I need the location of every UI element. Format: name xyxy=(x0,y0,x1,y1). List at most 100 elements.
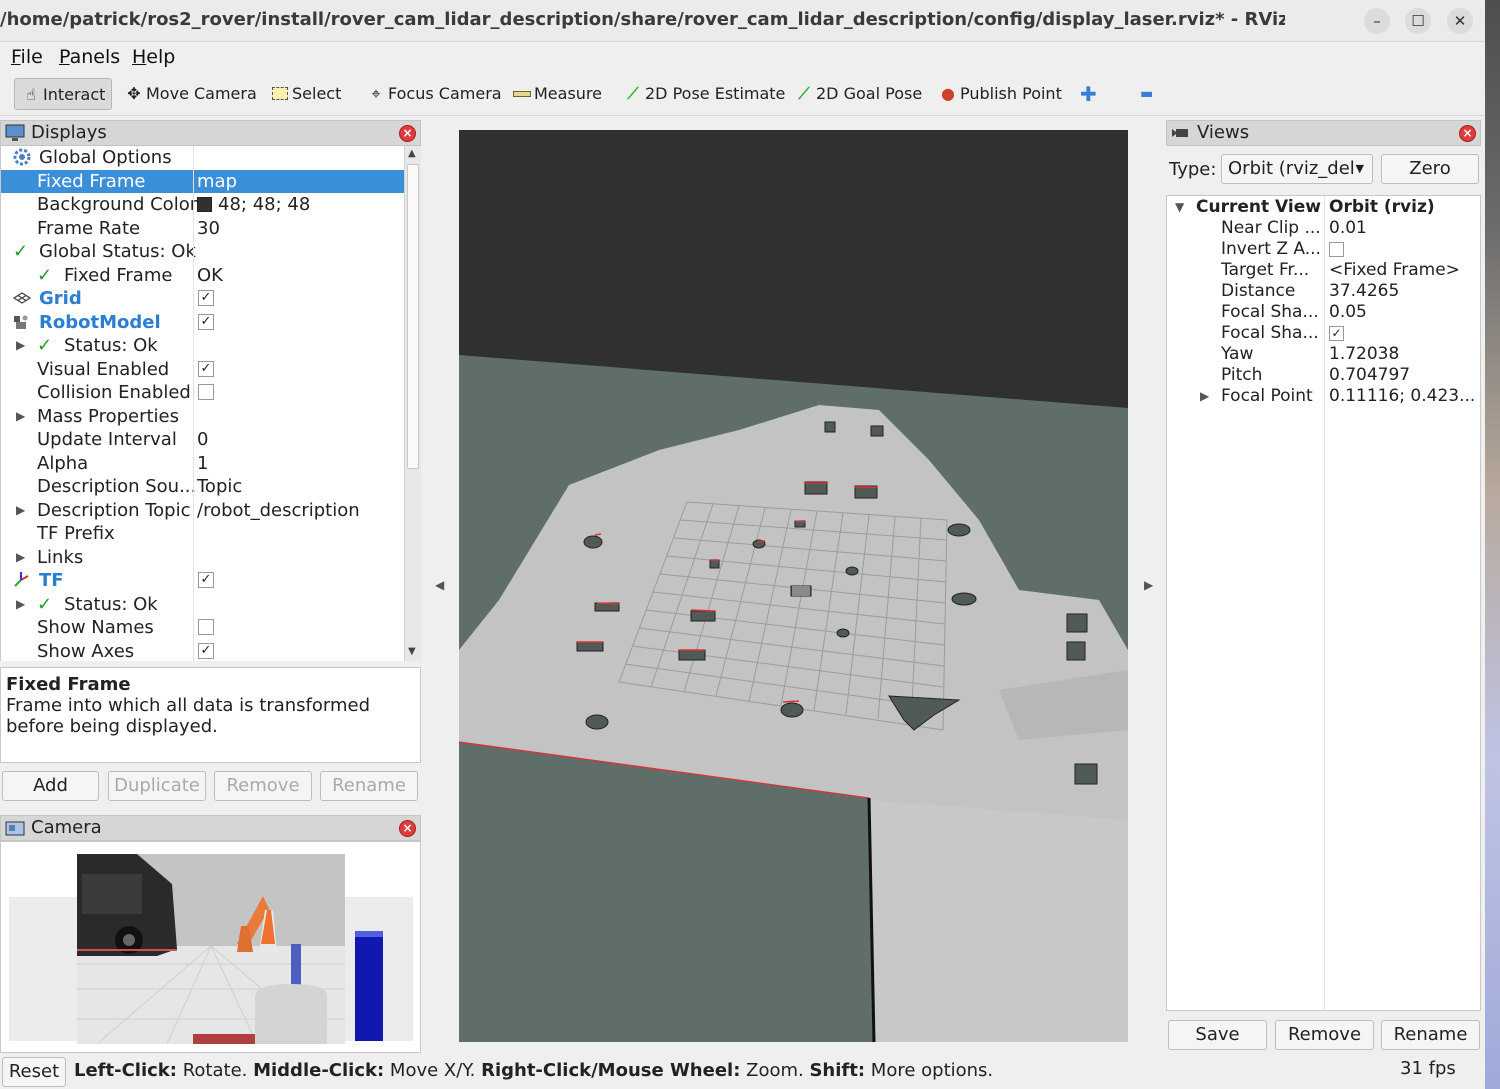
tree-row-status-fixed-frame[interactable]: ✓ Fixed Frame OK xyxy=(1,264,404,288)
view-prop-yaw[interactable]: Yaw 1.72038 xyxy=(1167,344,1482,365)
displays-scrollbar[interactable]: ▲ ▼ xyxy=(404,146,421,661)
scroll-up-icon[interactable]: ▲ xyxy=(408,148,416,159)
view-prop-focal-shape-fixed[interactable]: Focal Sha... ✓ xyxy=(1167,323,1482,344)
tf-enabled-checkbox[interactable]: ✓ xyxy=(198,572,214,588)
focal-shape-fixed-checkbox[interactable]: ✓ xyxy=(1329,326,1344,341)
tree-row-show-axes[interactable]: Show Axes ✓ xyxy=(1,640,404,661)
current-view-row[interactable]: ▼ Current View Orbit (rviz) xyxy=(1167,197,1482,218)
view-prop-near-clip[interactable]: Near Clip ... 0.01 xyxy=(1167,218,1482,239)
collapse-arrow-icon[interactable]: ▼ xyxy=(1175,197,1184,218)
move-camera-tool[interactable]: ✥ Move Camera xyxy=(124,78,256,110)
view-prop-distance[interactable]: Distance 37.4265 xyxy=(1167,281,1482,302)
view-prop-value[interactable]: 0.704797 xyxy=(1329,365,1410,386)
views-properties-tree[interactable]: ▼ Current View Orbit (rviz) Near Clip ..… xyxy=(1166,195,1482,1012)
tree-row-background-color[interactable]: Background Color 48; 48; 48 xyxy=(1,193,404,217)
goal-pose-tool[interactable]: ⟋ 2D Goal Pose xyxy=(794,78,922,110)
view-prop-value[interactable]: 37.4265 xyxy=(1329,281,1399,302)
minimize-button[interactable]: – xyxy=(1364,8,1390,34)
add-tool-button[interactable]: ✚ xyxy=(1080,78,1097,110)
view-prop-value[interactable]: 0.05 xyxy=(1329,302,1367,323)
close-button[interactable]: ✕ xyxy=(1447,8,1473,34)
tree-row-robotmodel[interactable]: RobotModel ✓ xyxy=(1,311,404,335)
select-tool[interactable]: Select xyxy=(270,78,341,110)
publish-point-tool[interactable]: ● Publish Point xyxy=(938,78,1062,110)
reset-button[interactable]: Reset xyxy=(2,1057,66,1087)
pose-estimate-tool[interactable]: ⟋ 2D Pose Estimate xyxy=(623,78,785,110)
view-prop-focal-shape-size[interactable]: Focal Sha... 0.05 xyxy=(1167,302,1482,323)
fixed-frame-value[interactable]: map xyxy=(197,170,237,193)
description-topic-value[interactable]: /robot_description xyxy=(197,499,360,522)
tree-row-show-names[interactable]: Show Names xyxy=(1,616,404,640)
collapse-left-arrow-icon[interactable]: ◀ xyxy=(435,578,444,592)
tree-row-frame-rate[interactable]: Frame Rate 30 xyxy=(1,217,404,241)
view-prop-value[interactable]: 0.11116; 0.423... xyxy=(1329,386,1475,407)
tree-row-links[interactable]: ▶ Links xyxy=(1,546,404,570)
menu-help[interactable]: Help xyxy=(132,46,175,68)
tree-row-fixed-frame[interactable]: Fixed Frame map xyxy=(1,169,404,193)
menu-panels[interactable]: Panels xyxy=(59,46,120,68)
close-panel-button[interactable]: × xyxy=(1459,125,1476,142)
tree-row-tf[interactable]: TF ✓ xyxy=(1,569,404,593)
expand-arrow-icon[interactable]: ▶ xyxy=(1200,386,1209,407)
add-display-button[interactable]: Add xyxy=(2,771,99,801)
rename-view-button[interactable]: Rename xyxy=(1381,1020,1480,1050)
grid-enabled-checkbox[interactable]: ✓ xyxy=(198,290,214,306)
visual-enabled-checkbox[interactable]: ✓ xyxy=(198,360,214,377)
collapse-right-arrow-icon[interactable]: ▶ xyxy=(1144,578,1153,592)
show-axes-checkbox[interactable]: ✓ xyxy=(198,642,214,659)
update-interval-value[interactable]: 0 xyxy=(197,428,208,451)
view-prop-value[interactable]: 1.72038 xyxy=(1329,344,1399,365)
remove-view-button[interactable]: Remove xyxy=(1275,1020,1374,1050)
save-view-button[interactable]: Save xyxy=(1168,1020,1267,1050)
tree-row-global-options[interactable]: Global Options xyxy=(1,146,404,170)
view-prop-invert-z[interactable]: Invert Z A... xyxy=(1167,239,1482,260)
maximize-button[interactable]: ☐ xyxy=(1405,8,1431,34)
tree-row-update-interval[interactable]: Update Interval 0 xyxy=(1,428,404,452)
expand-arrow-icon[interactable]: ▶ xyxy=(16,593,25,616)
zero-button[interactable]: Zero xyxy=(1381,154,1479,184)
view-type-select[interactable]: Orbit (rviz_del ▼ xyxy=(1221,154,1373,184)
alpha-value[interactable]: 1 xyxy=(197,452,208,475)
background-color-value[interactable]: 48; 48; 48 xyxy=(197,193,310,216)
frame-rate-value[interactable]: 30 xyxy=(197,217,220,240)
tree-row-grid[interactable]: Grid ✓ xyxy=(1,287,404,311)
invert-z-checkbox[interactable] xyxy=(1329,242,1344,257)
scrollbar-thumb[interactable] xyxy=(407,164,419,469)
tree-row-mass-properties[interactable]: ▶ Mass Properties xyxy=(1,405,404,429)
expand-arrow-icon[interactable]: ▶ xyxy=(16,546,25,569)
rename-display-button[interactable]: Rename xyxy=(320,771,418,801)
view-prop-target-frame[interactable]: Target Fr... <Fixed Frame> xyxy=(1167,260,1482,281)
tree-row-description-source[interactable]: Description Sou... Topic xyxy=(1,475,404,499)
tree-row-visual-enabled[interactable]: Visual Enabled ✓ xyxy=(1,358,404,382)
tree-row-global-status[interactable]: ✓ Global Status: Ok xyxy=(1,240,404,264)
close-panel-button[interactable]: × xyxy=(399,820,416,837)
menu-file[interactable]: File xyxy=(11,46,43,68)
collision-enabled-checkbox[interactable] xyxy=(198,384,214,400)
duplicate-display-button[interactable]: Duplicate xyxy=(108,771,206,801)
expand-arrow-icon[interactable]: ▶ xyxy=(16,499,25,522)
displays-tree[interactable]: Global Options Fixed Frame map Backgroun… xyxy=(0,146,404,661)
expand-arrow-icon[interactable]: ▶ xyxy=(16,334,25,357)
tree-row-robot-status[interactable]: ▶ ✓ Status: Ok xyxy=(1,334,404,358)
description-source-value[interactable]: Topic xyxy=(197,475,242,498)
scroll-down-icon[interactable]: ▼ xyxy=(408,646,416,657)
view-prop-focal-point[interactable]: ▶ Focal Point 0.11116; 0.423... xyxy=(1167,386,1482,407)
tree-row-tf-status[interactable]: ▶ ✓ Status: Ok xyxy=(1,593,404,617)
view-prop-value[interactable]: <Fixed Frame> xyxy=(1329,260,1460,281)
view-prop-pitch[interactable]: Pitch 0.704797 xyxy=(1167,365,1482,386)
3d-render-view[interactable] xyxy=(459,130,1128,1042)
close-panel-button[interactable]: × xyxy=(399,125,416,142)
tree-row-collision-enabled[interactable]: Collision Enabled xyxy=(1,381,404,405)
robotmodel-enabled-checkbox[interactable]: ✓ xyxy=(198,313,214,330)
tree-row-description-topic[interactable]: ▶ Description Topic /robot_description xyxy=(1,499,404,523)
interact-tool[interactable]: ☝ Interact xyxy=(14,78,113,110)
view-prop-value[interactable]: 0.01 xyxy=(1329,218,1367,239)
tree-row-tf-prefix[interactable]: TF Prefix xyxy=(1,522,404,546)
focus-camera-tool[interactable]: ⌖ Focus Camera xyxy=(366,78,501,110)
remove-display-button[interactable]: Remove xyxy=(214,771,312,801)
expand-arrow-icon[interactable]: ▶ xyxy=(16,405,25,428)
tree-row-alpha[interactable]: Alpha 1 xyxy=(1,452,404,476)
show-names-checkbox[interactable] xyxy=(198,619,214,635)
measure-tool[interactable]: Measure xyxy=(512,78,602,110)
remove-tool-button[interactable]: ▬ xyxy=(1140,78,1153,110)
